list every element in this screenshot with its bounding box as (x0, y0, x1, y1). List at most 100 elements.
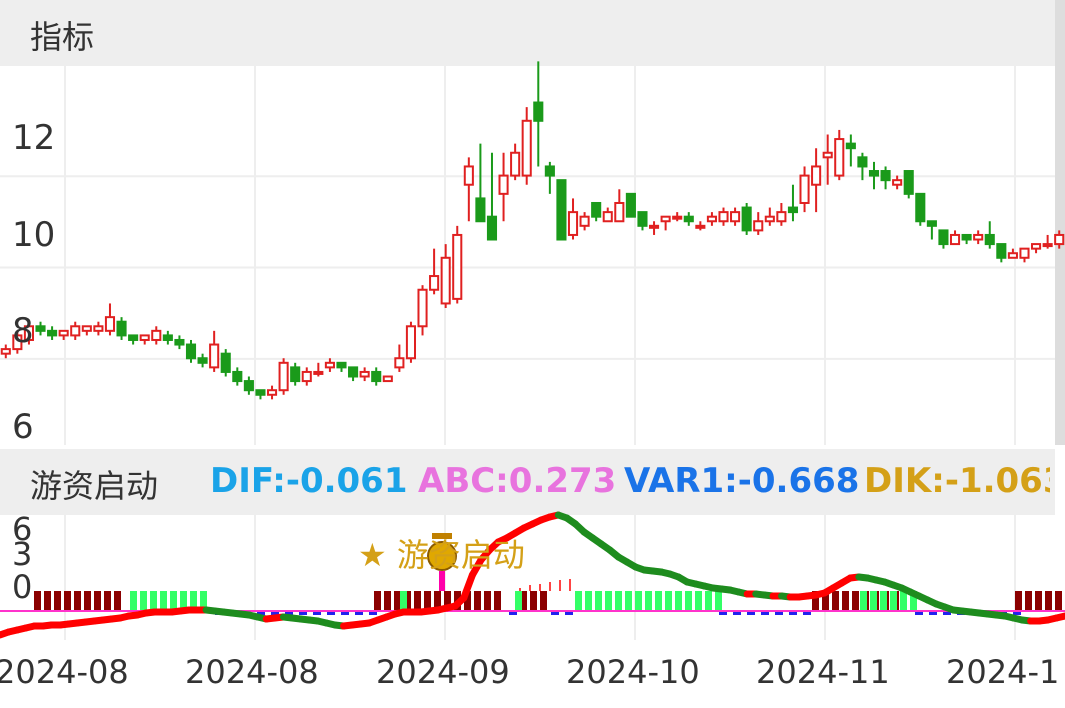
hist-green-bar (860, 591, 867, 611)
hist-red-bar (44, 591, 51, 611)
candle-body (973, 233, 984, 241)
candle-body (556, 179, 567, 241)
candle-body (324, 361, 335, 369)
candle-body (892, 179, 903, 186)
hist-red-bar (74, 591, 81, 611)
candle-body (567, 211, 579, 236)
hist-green-bar (150, 591, 157, 611)
candle-body (822, 151, 833, 159)
candle-body (996, 243, 1007, 259)
candle-body (498, 174, 509, 195)
hist-green-bar (575, 591, 582, 611)
candle-body (811, 165, 822, 186)
candle-body (845, 142, 856, 150)
candle-body (533, 101, 544, 122)
x-tick-label: 2024-10 (566, 653, 700, 691)
indicator-line-segment (1052, 612, 1065, 622)
hist-red-bar (494, 591, 501, 611)
candle-body (695, 224, 706, 229)
candle-body (718, 211, 729, 223)
hist-green-bar (870, 591, 877, 611)
candle-body (382, 375, 393, 383)
hist-green-bar (140, 591, 147, 611)
hist-green-bar (890, 591, 897, 611)
x-tick-label: 2024-08 (185, 653, 319, 691)
hist-green-bar (635, 591, 642, 611)
hist-red-bar (832, 591, 839, 611)
candle-body (348, 366, 359, 378)
candle-body (359, 370, 370, 378)
hist-red-bar (64, 591, 71, 611)
candle-body (1019, 247, 1030, 259)
candle-body (197, 357, 208, 364)
candle-body (93, 325, 104, 332)
candle-body (371, 370, 382, 383)
stock-chart[interactable]: 121086★ 游资启动6302024-08 2024-08 2024-09 2024… (0, 0, 1065, 708)
hist-green-bar (715, 591, 722, 611)
signal-label: ★ 游资启动 (358, 536, 525, 574)
hist-green-bar (615, 591, 622, 611)
candle-body (1054, 233, 1065, 246)
hist-red-bar (394, 591, 401, 611)
candle-body (1031, 243, 1042, 250)
candle-body (290, 366, 301, 383)
hist-green-bar (880, 591, 887, 611)
hist-red-bar (1025, 591, 1032, 611)
x-tick-label: 2024-08 (0, 653, 129, 691)
x-tick-label: 2024-1 (946, 653, 1059, 691)
candle-body (544, 165, 555, 177)
hist-green-bar (900, 591, 907, 611)
hist-green-bar (695, 591, 702, 611)
candle-body (961, 233, 972, 241)
candle-body (579, 215, 590, 227)
hist-green-bar (585, 591, 592, 611)
candle-body (614, 201, 625, 223)
hist-green-bar (675, 591, 682, 611)
candle-body (730, 211, 741, 223)
candle-body (1007, 252, 1018, 259)
hist-red-bar (114, 591, 121, 611)
y-tick-label: 8 (12, 311, 34, 351)
candle-body (868, 170, 880, 177)
candle-body (672, 215, 683, 220)
candle-body (255, 389, 266, 396)
candle-body (683, 215, 694, 223)
candle-body (903, 170, 914, 195)
hist-red-bar (94, 591, 101, 611)
candle-body (278, 361, 289, 392)
candle-body (926, 220, 937, 227)
candle-body (394, 357, 405, 369)
candle-body (949, 233, 961, 246)
hist-red-bar (530, 591, 537, 611)
hist-green-bar (160, 591, 167, 611)
candle-body (417, 288, 428, 328)
candle-body (313, 370, 324, 375)
hist-green-bar (400, 591, 407, 611)
candle-body (660, 215, 671, 223)
candle-body (70, 325, 81, 337)
hist-red-bar (1045, 591, 1052, 611)
y-tick-label: 6 (12, 407, 34, 447)
hist-green-bar (655, 591, 662, 611)
candle-body (116, 320, 127, 337)
hist-red-bar (842, 591, 849, 611)
candle-body (591, 201, 602, 218)
candle-body (753, 220, 764, 232)
candle-body (984, 233, 995, 246)
y-tick-label: 10 (12, 215, 55, 255)
hist-green-bar (685, 591, 692, 611)
candle-body (266, 389, 278, 396)
candle-body (475, 197, 486, 223)
candle-body (440, 256, 451, 305)
candle-body (81, 325, 92, 332)
candle-body (429, 275, 440, 291)
hist-red-bar (1015, 591, 1022, 611)
candle-body (128, 334, 139, 341)
candle-body (405, 325, 417, 360)
hist-red-bar (1055, 591, 1062, 611)
hist-red-bar (474, 591, 481, 611)
x-tick-label: 2024-11 (756, 653, 890, 691)
candle-body (880, 170, 891, 182)
hist-green-bar (605, 591, 612, 611)
hist-red-bar (484, 591, 491, 611)
